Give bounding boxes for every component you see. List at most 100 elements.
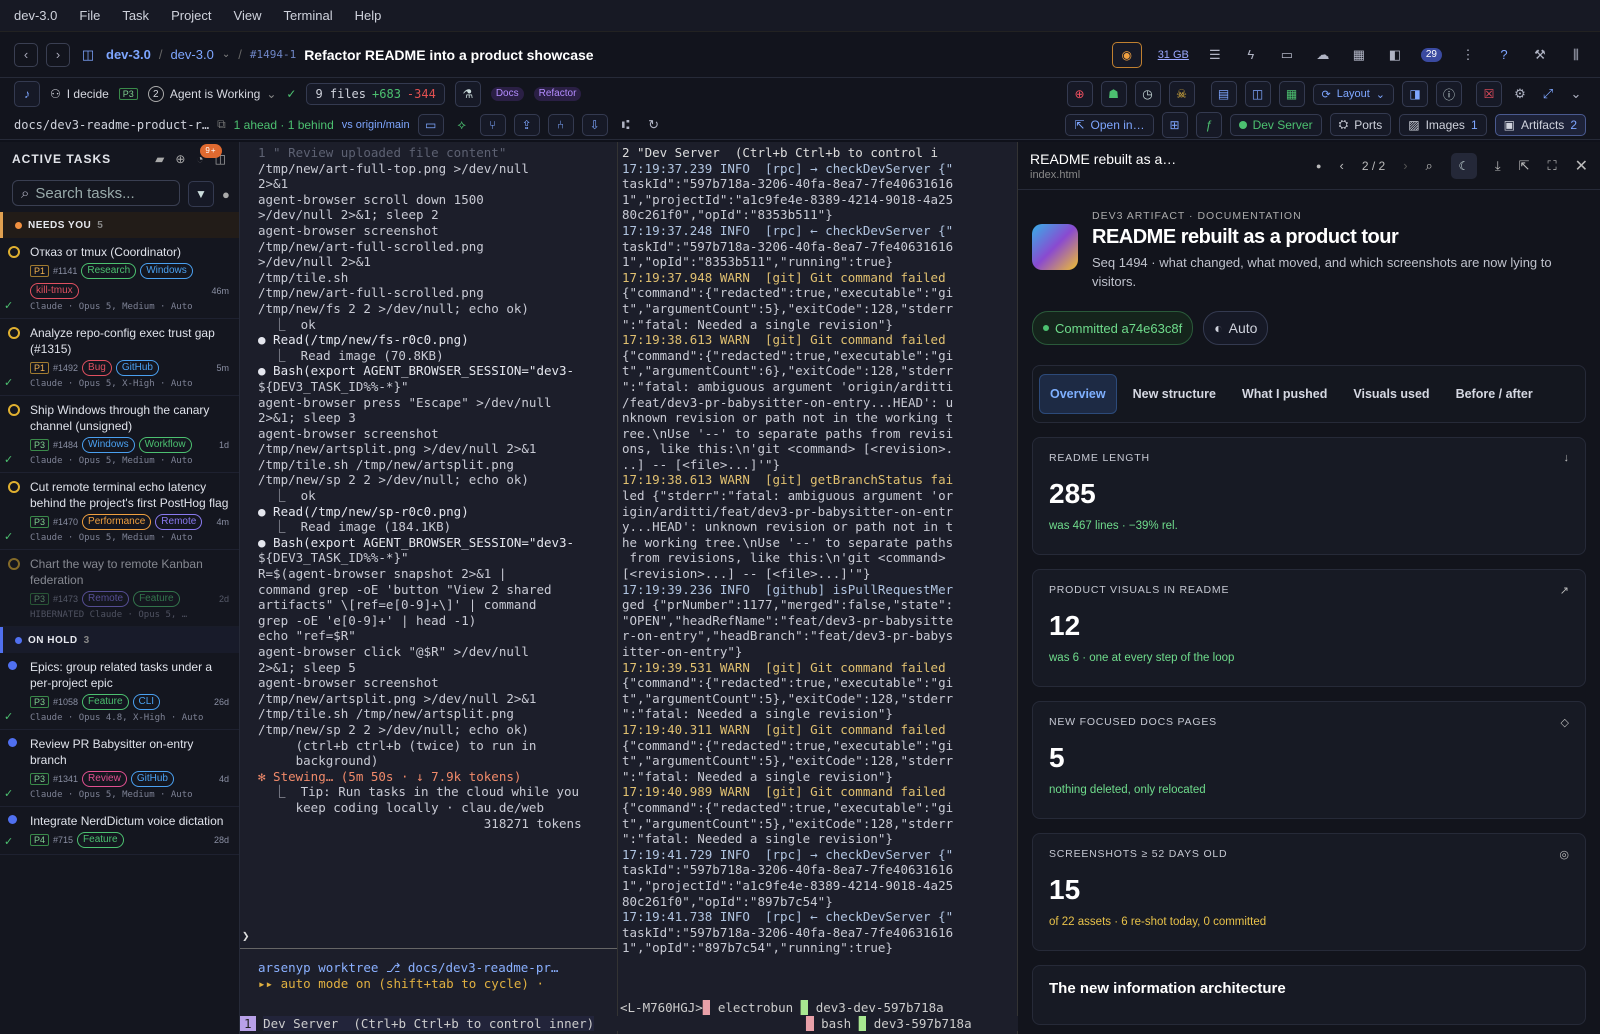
tab-visuals-used[interactable]: Visuals used [1343, 375, 1439, 413]
priority-badge[interactable]: P3 [118, 88, 138, 100]
group-on-hold[interactable]: ON HOLD 3 [0, 627, 239, 653]
qr-icon[interactable]: ▦ [1349, 45, 1369, 65]
alarm-icon[interactable]: ◷ [1134, 81, 1161, 107]
push-icon[interactable]: ⇪ [513, 113, 540, 136]
tab-new-structure[interactable]: New structure [1123, 375, 1226, 413]
help-icon[interactable]: ? [1494, 45, 1514, 65]
layout-split-icon[interactable]: ◫ [1244, 81, 1271, 107]
refresh-icon[interactable]: ↻ [644, 115, 664, 135]
fullscreen-icon[interactable]: ⛶ [1547, 158, 1556, 174]
tab-what-i-pushed[interactable]: What I pushed [1232, 375, 1337, 413]
task-item[interactable]: Cut remote terminal echo latency behind … [0, 473, 239, 550]
sliders-icon[interactable]: ⫼ [1566, 45, 1586, 65]
priority-badge: P1 [30, 265, 50, 277]
artifacts-button[interactable]: ▣ Artifacts 2 [1494, 113, 1586, 136]
search-icon[interactable]: ⌕ [1426, 158, 1433, 174]
flask-icon[interactable]: ⚗ [454, 81, 481, 107]
task-item[interactable]: Analyze repo-config exec trust gap (#131… [0, 319, 239, 396]
menu-item[interactable]: Help [355, 8, 382, 23]
bell-icon[interactable]: ◔ 9+ [196, 144, 222, 166]
artifact-panel: README rebuilt as a… index.html ● ‹ 2 / … [1018, 142, 1600, 1034]
copy-icon[interactable]: ⧉ [217, 117, 226, 132]
chevron-down-icon[interactable]: ⌄ [1566, 84, 1586, 104]
terminal-line: artifacts" \[ref=e[0-9]+\]' | command [258, 597, 537, 613]
images-button[interactable]: ▨ Images 1 [1399, 113, 1487, 136]
dev-server-terminal[interactable]: 2 "Dev Server (Ctrl+b Ctrl+b to control … [618, 142, 1018, 1034]
task-item[interactable]: Отказ от tmux (Coordinator) P1 #1141 Resear… [0, 238, 239, 319]
filter-icon[interactable]: ▼ [188, 181, 214, 207]
search-bug-icon[interactable]: ⊕ [1066, 81, 1093, 107]
robot-icon[interactable]: ☗ [1100, 81, 1127, 107]
theme-auto-button[interactable]: ◐ Auto [1203, 311, 1269, 345]
decide-toggle[interactable]: ⚇ I decide [50, 87, 109, 101]
browser-icon[interactable]: ▭ [1277, 45, 1297, 65]
info-icon[interactable]: ⓘ [1436, 81, 1462, 107]
panels-icon[interactable]: ◧ [1385, 45, 1405, 65]
ports-button[interactable]: ⛭ Ports [1329, 113, 1392, 136]
memory-usage[interactable]: 31 GB [1158, 49, 1189, 61]
network-icon[interactable]: ⊞ [1161, 111, 1188, 138]
diff-summary[interactable]: 9 files +683 -344 [306, 83, 445, 105]
bars-icon[interactable]: ☰ [1205, 45, 1225, 65]
download-icon[interactable]: ⤓ [1495, 158, 1501, 174]
agent-terminal[interactable]: 1 " Review uploaded file content"/tmp/ne… [240, 142, 618, 1034]
merge-icon[interactable]: ⑂ [479, 113, 506, 136]
wrench-icon[interactable]: ⚒ [1530, 45, 1550, 65]
menu-item[interactable]: View [234, 8, 262, 23]
folder-icon[interactable]: ▰ [155, 152, 165, 166]
rebase-icon[interactable]: ⑃ [547, 113, 574, 136]
group-needs-you[interactable]: NEEDS YOU 5 [0, 212, 239, 238]
moon-icon[interactable]: ☾ [1450, 152, 1477, 179]
task-item[interactable]: Epics: group related tasks under a per-p… [0, 653, 239, 730]
more-icon[interactable]: ⋮ [1458, 45, 1478, 65]
search-input[interactable]: ⌕ Search tasks... [12, 180, 180, 206]
terminal-icon[interactable]: ▭ [417, 113, 444, 136]
tab-overview[interactable]: Overview [1039, 374, 1117, 414]
watch-icon[interactable]: ◉ [1111, 41, 1142, 68]
stat-card: SCREENSHOTS ≥ 52 DAYS OLD 15 of 22 assets … [1032, 833, 1586, 951]
bell-icon[interactable]: ♪ [14, 81, 40, 107]
globe-icon[interactable]: ⊕ [175, 152, 186, 166]
bolt-icon[interactable]: ϟ [1241, 45, 1261, 65]
dot-icon[interactable]: ● [1316, 161, 1321, 171]
chevron-down-icon[interactable]: ⌄ [222, 49, 230, 60]
close-task-icon[interactable]: ☒ [1476, 81, 1502, 107]
forward-button[interactable]: › [46, 42, 70, 67]
gear-icon[interactable]: ⚙ [1510, 84, 1530, 104]
git-icon[interactable]: ⟡ [452, 115, 472, 135]
tab-before-after[interactable]: Before / after [1446, 375, 1543, 413]
layout-button[interactable]: ⟳ Layout ⌄ [1312, 83, 1394, 105]
dev-server-button[interactable]: Dev Server [1229, 113, 1322, 136]
branch-icon[interactable]: ⑆ [616, 115, 636, 135]
pull-icon[interactable]: ⇩ [581, 113, 608, 136]
next-icon[interactable]: › [1403, 158, 1407, 173]
breadcrumb-project[interactable]: dev-3.0 [106, 47, 151, 62]
expand-icon[interactable]: ⤢ [1538, 84, 1558, 104]
task-item[interactable]: Review PR Babysitter on-entry branch P3 #1… [0, 730, 239, 807]
task-item[interactable]: Chart the way to remote Kanban federatio… [0, 550, 239, 627]
layout-grid-icon[interactable]: ▦ [1278, 81, 1305, 107]
function-icon[interactable]: ƒ [1195, 111, 1222, 138]
menu-item[interactable]: Terminal [283, 8, 332, 23]
sidebar-toggle-icon[interactable]: ◨ [1402, 81, 1428, 107]
open-in-button[interactable]: ⇱ Open in… [1065, 113, 1154, 136]
menu-item[interactable]: dev-3.0 [14, 8, 57, 23]
task-item[interactable]: Integrate NerdDictum voice dictation P4 #7… [0, 807, 239, 855]
check-icon: ✓ [4, 711, 14, 723]
layout-left-icon[interactable]: ▤ [1210, 81, 1237, 107]
prev-icon[interactable]: ‹ [1339, 158, 1343, 173]
terminal-line: "OPEN","headRefName":"feat/dev3-pr-babys… [622, 612, 954, 628]
back-button[interactable]: ‹ [14, 42, 38, 67]
task-item[interactable]: Ship Windows through the canary channel … [0, 396, 239, 473]
dot-icon[interactable]: ● [222, 187, 230, 202]
agent-status[interactable]: 2 Agent is Working ⌄ [147, 86, 276, 102]
branch-name[interactable]: docs/dev3-readme-product-r… [14, 118, 209, 132]
external-link-icon[interactable]: ⇱ [1519, 158, 1530, 174]
skull-icon[interactable]: ☠ [1168, 81, 1195, 107]
close-icon[interactable]: ✕ [1575, 156, 1588, 176]
download-cloud-icon[interactable]: ☁ [1313, 45, 1333, 65]
menu-item[interactable]: Project [171, 8, 211, 23]
menu-item[interactable]: File [79, 8, 100, 23]
breadcrumb-worktree[interactable]: dev-3.0 [170, 47, 213, 62]
menu-item[interactable]: Task [122, 8, 149, 23]
